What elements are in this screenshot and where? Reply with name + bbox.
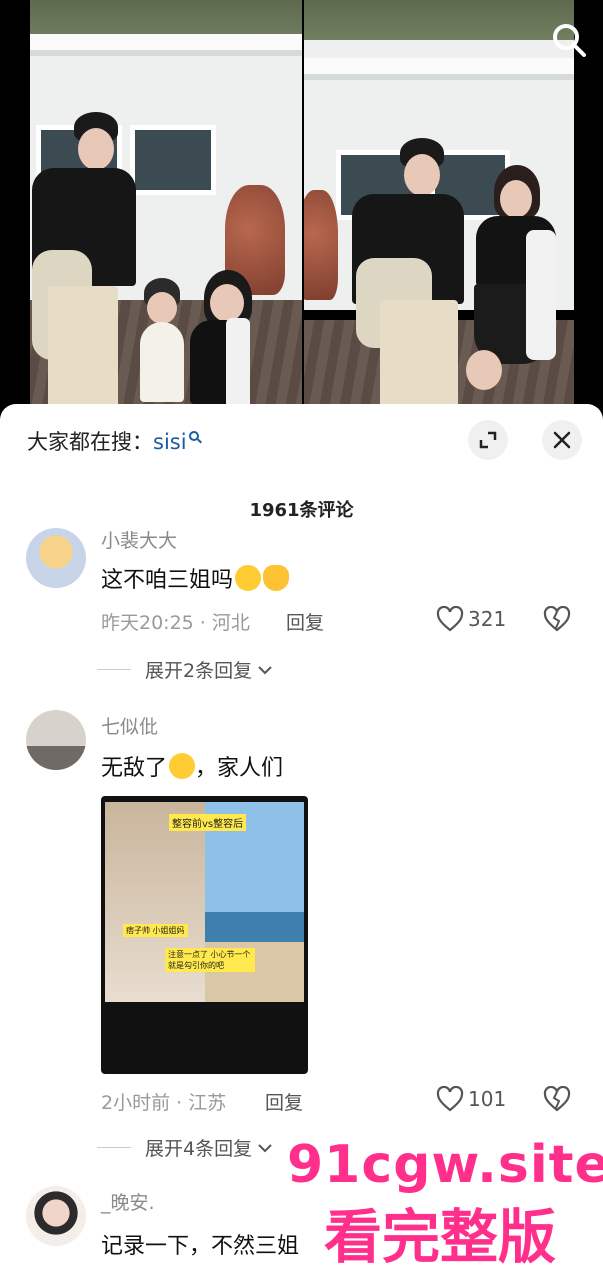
avatar[interactable] bbox=[26, 528, 86, 588]
fullscreen-button[interactable] bbox=[468, 420, 508, 460]
comment-username[interactable]: 小裴大大 bbox=[101, 526, 177, 553]
search-icon[interactable] bbox=[549, 20, 589, 60]
like-button[interactable]: 101 bbox=[436, 1086, 506, 1112]
chevron-down-icon bbox=[258, 665, 272, 674]
video-player[interactable] bbox=[0, 0, 603, 420]
comment-username[interactable]: _晚安. bbox=[101, 1188, 155, 1215]
watermark-url: 91cgw.site bbox=[287, 1135, 603, 1195]
reply-button[interactable]: 回复 bbox=[265, 1088, 303, 1115]
image-caption-top: 整容前vs整容后 bbox=[169, 814, 247, 831]
expand-replies-label: 展开2条回复 bbox=[145, 660, 253, 682]
after-photo bbox=[205, 802, 304, 1002]
avatar[interactable] bbox=[26, 1186, 86, 1246]
trending-search-keyword[interactable]: sisi bbox=[153, 430, 187, 454]
comment-text: 记录一下，不然三姐 bbox=[101, 1234, 300, 1259]
dislike-button[interactable] bbox=[543, 1085, 571, 1116]
broken-heart-icon bbox=[543, 1085, 571, 1112]
expand-icon bbox=[479, 431, 497, 449]
laughing-emoji-icon bbox=[235, 565, 262, 591]
reply-button[interactable]: 回复 bbox=[286, 608, 324, 635]
comment-count: 1961条评论 bbox=[249, 500, 354, 521]
image-caption-right: 注意一点了 小心节一个就是勾引你的吧 bbox=[165, 948, 255, 972]
trending-search-prefix: 大家都在搜： bbox=[27, 430, 153, 454]
comment-username[interactable]: 七似仳 bbox=[101, 712, 158, 739]
like-button[interactable]: 321 bbox=[436, 606, 506, 632]
like-count: 101 bbox=[468, 1087, 507, 1111]
comment-image[interactable]: 整容前vs整容后 痞子帅 小姐姐妈 注意一点了 小心节一个就是勾引你的吧 bbox=[101, 796, 308, 1074]
trending-search[interactable]: 大家都在搜：sisi bbox=[27, 426, 199, 456]
flushed-emoji-icon bbox=[169, 753, 196, 779]
expand-replies[interactable]: 展开2条回复 bbox=[97, 656, 274, 683]
comment-meta: 昨天20:25 · 河北 bbox=[101, 612, 250, 634]
dislike-button[interactable] bbox=[543, 605, 571, 636]
comment-text: 无敌了 ，家人们 bbox=[101, 750, 283, 782]
watermark-text: 看完整版 bbox=[324, 1203, 557, 1271]
expand-replies-label: 展开4条回复 bbox=[145, 1138, 253, 1160]
close-icon bbox=[553, 431, 571, 449]
video-frame-right bbox=[304, 0, 574, 420]
avatar[interactable] bbox=[26, 710, 86, 770]
expand-replies[interactable]: 展开4条回复 bbox=[97, 1134, 274, 1161]
comment-text-part1: 无敌了 bbox=[101, 756, 168, 781]
before-photo bbox=[105, 802, 205, 1002]
comment-meta: 2小时前 · 江苏 bbox=[101, 1092, 227, 1114]
comment-text: 这不咱三姐吗 bbox=[101, 562, 290, 594]
chevron-down-icon bbox=[258, 1143, 272, 1152]
heart-icon bbox=[436, 606, 464, 632]
search-small-icon bbox=[188, 431, 199, 441]
comment-text-body: 这不咱三姐吗 bbox=[101, 568, 234, 593]
heart-icon bbox=[436, 1086, 464, 1112]
video-frame-left bbox=[30, 0, 302, 420]
broken-heart-icon bbox=[543, 605, 571, 632]
ok-hand-emoji-icon bbox=[263, 565, 290, 591]
like-count: 321 bbox=[468, 607, 507, 631]
close-button[interactable] bbox=[542, 420, 582, 460]
comment-text-part2: ，家人们 bbox=[195, 756, 284, 781]
image-caption-left: 痞子帅 小姐姐妈 bbox=[123, 924, 188, 937]
